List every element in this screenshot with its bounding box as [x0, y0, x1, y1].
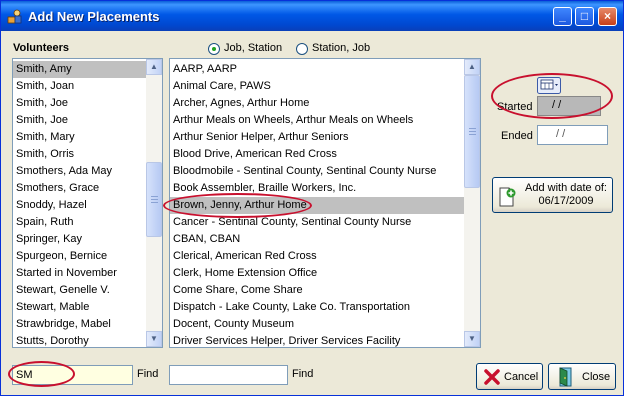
volunteers-label: Volunteers	[13, 42, 70, 54]
ended-date-field[interactable]: / /	[537, 125, 608, 145]
started-date-field[interactable]: / /	[537, 96, 601, 116]
volunteer-find-input[interactable]: SM	[12, 365, 133, 385]
job-list-item[interactable]: CBAN, CBAN	[170, 231, 464, 248]
calendar-icon[interactable]	[537, 77, 561, 94]
sort-radio-1[interactable]	[296, 43, 308, 55]
window-title: Add New Placements	[28, 9, 160, 24]
add-placement-icon	[499, 187, 516, 207]
job-find-label: Find	[292, 368, 314, 380]
job-list-item[interactable]: Arthur Meals on Wheels, Arthur Meals on …	[170, 112, 464, 129]
scroll-up-button[interactable]: ▲	[464, 59, 480, 75]
job-list-item[interactable]: Docent, County Museum	[170, 316, 464, 333]
volunteer-list-item[interactable]: Smothers, Ada May	[13, 163, 146, 180]
cancel-button[interactable]: Cancel	[476, 363, 543, 390]
close-label: Close	[582, 371, 611, 383]
scroll-down-button[interactable]: ▼	[464, 331, 480, 347]
volunteer-list-item[interactable]: Stewart, Mable	[13, 299, 146, 316]
volunteer-list-item[interactable]: Smith, Mary	[13, 129, 146, 146]
volunteer-list-item[interactable]: Spain, Ruth	[13, 214, 146, 231]
volunteer-list-item[interactable]: Stewart, Genelle V.	[13, 282, 146, 299]
job-find-input[interactable]	[169, 365, 288, 385]
sort-radio-0[interactable]	[208, 43, 220, 55]
volunteer-list-item[interactable]: Strawbridge, Mabel	[13, 316, 146, 333]
volunteer-list-item[interactable]: Smith, Orris	[13, 146, 146, 163]
maximize-button[interactable]: □	[575, 7, 594, 26]
job-list-item[interactable]: Animal Care, PAWS	[170, 78, 464, 95]
job-list-item[interactable]: Clerical, American Red Cross	[170, 248, 464, 265]
job-list-item[interactable]: Archer, Agnes, Arthur Home	[170, 95, 464, 112]
add-button-line1: Add with date of:	[525, 182, 607, 194]
job-list-item[interactable]: AARP, AARP	[170, 61, 464, 78]
volunteer-find-label: Find	[137, 368, 159, 380]
sort-radio-label[interactable]: Station, Job	[312, 42, 370, 54]
scroll-thumb[interactable]	[146, 162, 162, 237]
started-label: Started	[497, 101, 533, 113]
volunteer-list-item[interactable]: Smith, Joe	[13, 95, 146, 112]
add-new-placements-window: Add New Placements _ □ × Volunteers Smit…	[0, 0, 624, 396]
volunteer-list-item[interactable]: Smith, Joe	[13, 112, 146, 129]
close-window-button[interactable]: ×	[598, 7, 617, 26]
job-list-item[interactable]: Bloodmobile - Sentinal County, Sentinal …	[170, 163, 464, 180]
volunteer-list-item[interactable]: Springer, Kay	[13, 231, 146, 248]
add-button-date: 06/17/2009	[538, 195, 594, 207]
scroll-up-button[interactable]: ▲	[146, 59, 162, 75]
job-list-item[interactable]: Dispatch - Lake County, Lake Co. Transpo…	[170, 299, 464, 316]
app-icon	[7, 9, 22, 24]
job-list-item[interactable]: Brown, Jenny, Arthur Home	[170, 197, 464, 214]
jobs-scrollbar[interactable]: ▲ ▼	[464, 59, 480, 347]
door-exit-icon	[559, 367, 572, 387]
scroll-thumb[interactable]	[464, 75, 480, 188]
job-list-item[interactable]: Cancer - Sentinal County, Sentinal Count…	[170, 214, 464, 231]
close-button[interactable]: Close	[548, 363, 616, 390]
minimize-button[interactable]: _	[553, 7, 572, 26]
red-x-icon	[484, 369, 500, 385]
volunteer-list-item[interactable]: Smith, Amy	[13, 61, 146, 78]
job-list-item[interactable]: Arthur Senior Helper, Arthur Seniors	[170, 129, 464, 146]
add-with-date-button[interactable]: Add with date of: 06/17/2009	[492, 177, 613, 213]
dialog-body: Volunteers Smith, Amy Smith, Joan Smith, J…	[4, 31, 620, 392]
jobs-list[interactable]: AARP, AARP Animal Care, PAWS Archer, Agnes…	[169, 58, 481, 348]
volunteers-scrollbar[interactable]: ▲ ▼	[146, 59, 162, 347]
volunteer-list-item[interactable]: Smith, Joan	[13, 78, 146, 95]
job-list-item[interactable]: Driver Services Helper, Driver Services …	[170, 333, 464, 347]
job-list-item[interactable]: Come Share, Come Share	[170, 282, 464, 299]
job-list-item[interactable]: Book Assembler, Braille Workers, Inc.	[170, 180, 464, 197]
volunteers-list[interactable]: Smith, Amy Smith, Joan Smith, Joe Smith, Jo…	[12, 58, 163, 348]
volunteer-list-item[interactable]: Started in November	[13, 265, 146, 282]
ended-label: Ended	[501, 130, 533, 142]
title-bar[interactable]: Add New Placements _ □ ×	[1, 1, 623, 31]
volunteer-list-item[interactable]: Spurgeon, Bernice	[13, 248, 146, 265]
sort-radio-label[interactable]: Job, Station	[224, 42, 282, 54]
volunteer-list-item[interactable]: Smothers, Grace	[13, 180, 146, 197]
volunteer-list-item[interactable]: Stutts, Dorothy	[13, 333, 146, 347]
job-list-item[interactable]: Clerk, Home Extension Office	[170, 265, 464, 282]
scroll-down-button[interactable]: ▼	[146, 331, 162, 347]
job-list-item[interactable]: Blood Drive, American Red Cross	[170, 146, 464, 163]
volunteer-list-item[interactable]: Snoddy, Hazel	[13, 197, 146, 214]
